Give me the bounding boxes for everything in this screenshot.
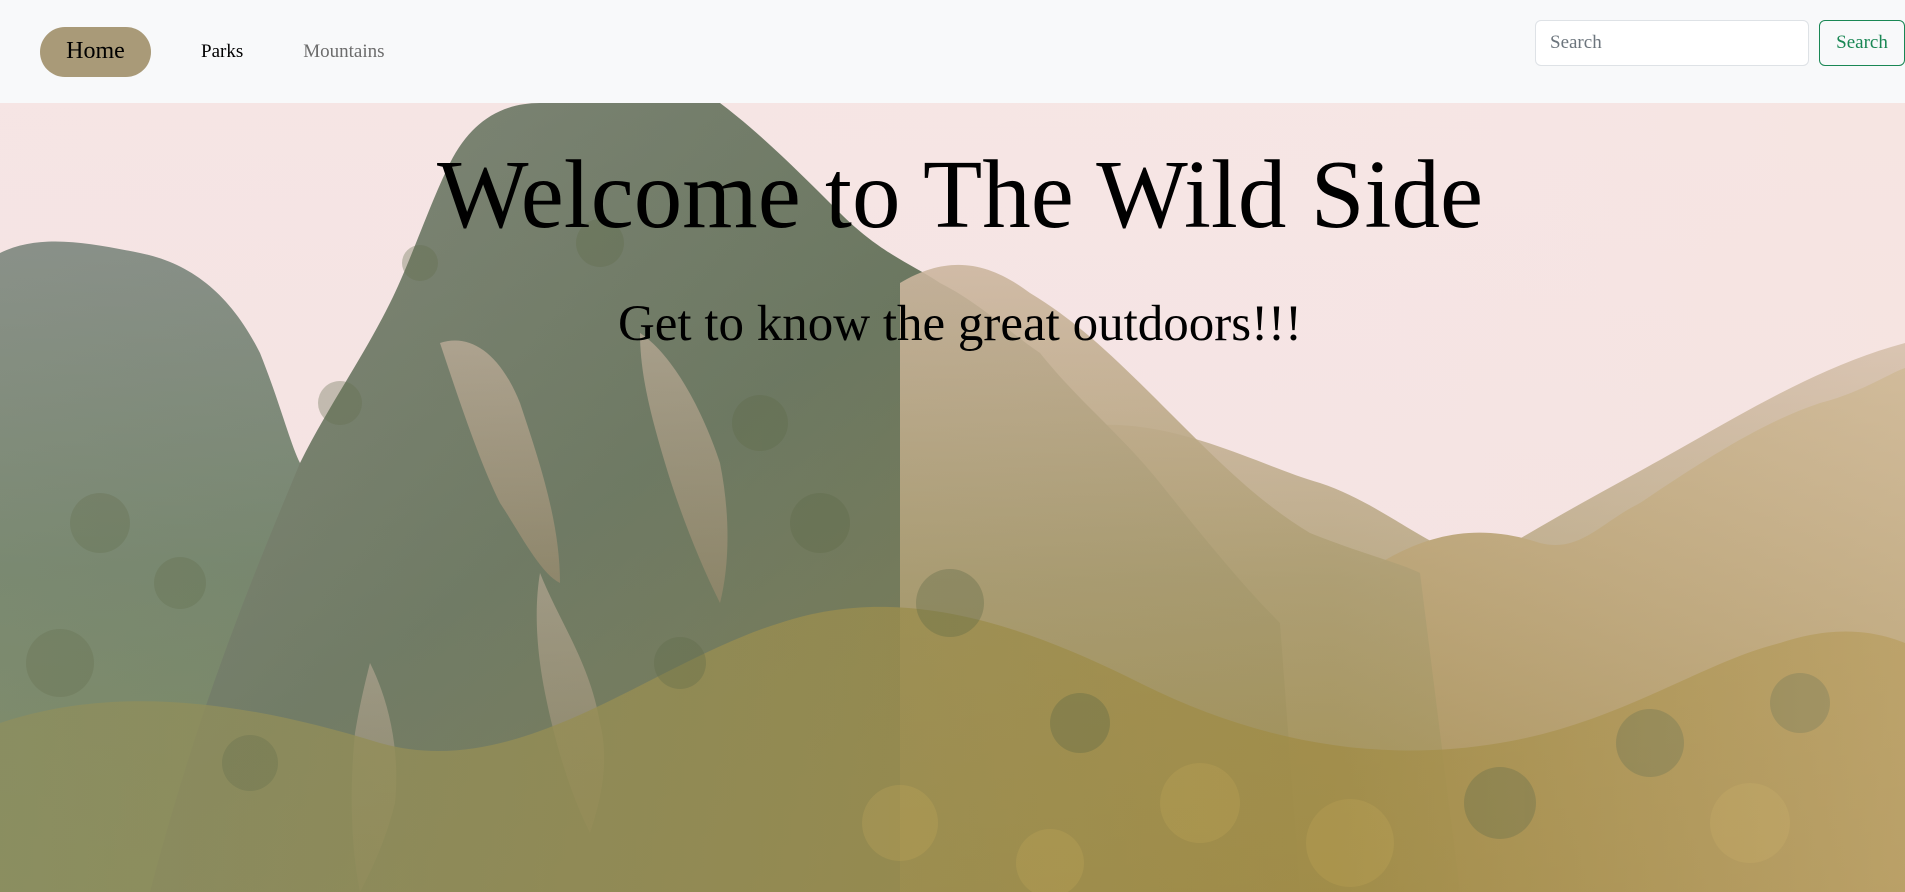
nav-link-mountains[interactable]: Mountains	[303, 41, 384, 63]
hero-subtitle: Get to know the great outdoors!!!	[617, 296, 1303, 352]
hero-banner: Welcome to The Wild Side Get to know the…	[0, 103, 1905, 892]
nav-link-parks[interactable]: Parks	[201, 41, 243, 63]
search-input[interactable]	[1535, 20, 1809, 66]
hero-title: Welcome to The Wild Side	[436, 141, 1484, 248]
search-form: Search	[1535, 20, 1905, 66]
nav-home-link[interactable]: Home	[40, 26, 151, 77]
navbar: Home Parks Mountains Search	[0, 0, 1905, 103]
search-button[interactable]: Search	[1819, 20, 1905, 66]
